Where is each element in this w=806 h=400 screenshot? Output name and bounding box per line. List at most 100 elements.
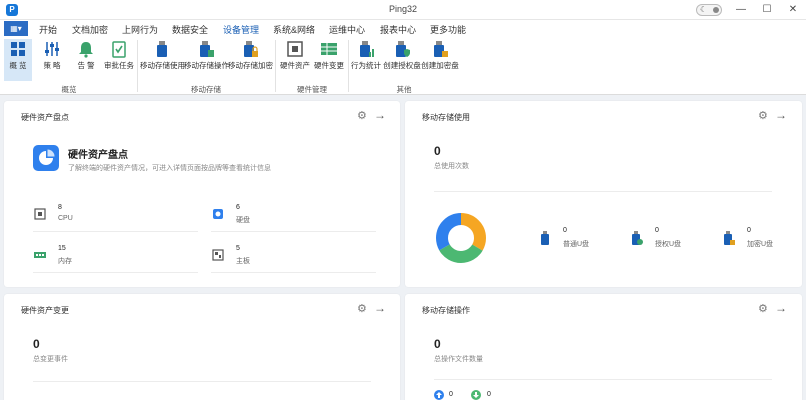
gear-icon[interactable]: ⚙ [758, 304, 768, 315]
bell-icon [79, 42, 93, 58]
home-menu-icon[interactable]: ▦▾ [4, 21, 28, 36]
tab-data-security[interactable]: 数据安全 [172, 23, 208, 36]
pie-chart-icon [33, 145, 59, 171]
ribbon-label: 创建加密盘 [421, 61, 459, 70]
cpu-label: CPU [58, 215, 73, 222]
close-button[interactable]: ✕ [780, 0, 806, 20]
ribbon-label: 硬件资产 [280, 61, 310, 70]
inventory-description: 了解终端的硬件资产情况，可进入详情页面按品牌等查看统计信息 [68, 165, 271, 172]
arrow-right-icon[interactable]: → [374, 109, 386, 121]
window-title: Ping32 [388, 4, 418, 14]
memory-label: 内存 [58, 258, 72, 265]
tab-doc-encryption[interactable]: 文档加密 [72, 23, 108, 36]
ribbon-usb-ops-button[interactable]: 移动存储操作 [184, 39, 229, 81]
moon-icon: ☾ [700, 5, 708, 14]
gear-icon[interactable]: ⚙ [758, 111, 768, 122]
disk-icon [213, 209, 223, 219]
divider [33, 381, 371, 382]
tab-web-behavior[interactable]: 上网行为 [122, 23, 158, 36]
encrypted-usb-count: 0 [747, 227, 751, 234]
theme-toggle[interactable]: ☾ [696, 4, 722, 16]
divider [211, 272, 376, 273]
usb-usage-donut-chart [436, 213, 486, 263]
overview-icon [11, 42, 25, 56]
ribbon-toolbar: 概 览 策 略 告 警 审批任务 移动存储使用 移动存储操作 移动存储加密 硬件… [0, 37, 806, 95]
usb-shield-icon [396, 41, 410, 57]
tab-system-network[interactable]: 系统&网络 [273, 23, 315, 36]
ribbon-separator [275, 40, 276, 92]
tab-start[interactable]: 开始 [39, 23, 57, 36]
arrow-right-icon[interactable]: → [374, 302, 386, 314]
tab-report-center[interactable]: 报表中心 [380, 23, 416, 36]
hw-change-total-label: 总变更事件 [33, 356, 68, 363]
ribbon-label: 行为统计 [351, 61, 381, 70]
arrow-right-icon[interactable]: → [775, 109, 787, 121]
usb-check-icon [632, 231, 643, 245]
ribbon-hw-change-button[interactable]: 硬件变更 [312, 39, 346, 81]
hw-change-total: 0 [33, 337, 40, 351]
ribbon-label: 策 略 [43, 61, 61, 70]
inventory-heading: 硬件资产盘点 [68, 150, 128, 161]
ribbon-group-label: 硬件管理 [297, 85, 327, 94]
ribbon-alert-button[interactable]: 告 警 [72, 39, 100, 81]
ribbon-create-authorized-disk-button[interactable]: 创建授权盘 [383, 39, 421, 81]
ribbon-label: 硬件变更 [314, 61, 344, 70]
usb-usage-card: 移动存储使用 ⚙ → 0 总使用次数 0 普通U盘 0 授权U盘 0 加密U盘 [405, 101, 802, 287]
disk-count: 6 [236, 204, 240, 211]
usb-lock-icon [244, 41, 258, 57]
cpu-icon [34, 208, 46, 220]
ribbon-label: 移动存储操作 [184, 61, 229, 70]
usb-key-icon [434, 41, 448, 57]
divider [33, 272, 198, 273]
download-arrow-icon [471, 390, 481, 400]
authorized-usb-count: 0 [655, 227, 659, 234]
gear-icon[interactable]: ⚙ [357, 111, 367, 122]
disk-label: 硬盘 [236, 217, 250, 224]
motherboard-icon [212, 249, 224, 261]
usb-usage-total: 0 [434, 144, 441, 158]
divider [434, 379, 772, 380]
memory-icon [34, 252, 46, 258]
ribbon-label: 创建授权盘 [383, 61, 421, 70]
menu-bar: ▦▾ 开始 文档加密 上网行为 数据安全 设备管理 系统&网络 运维中心 报表中… [0, 20, 806, 39]
usb-ops-card: 移动存储操作 ⚙ → 0 总操作文件数量 0 0 [405, 294, 802, 400]
gear-icon[interactable]: ⚙ [357, 304, 367, 315]
clipboard-check-icon [112, 41, 126, 58]
ribbon-group-label: 概览 [61, 85, 77, 94]
authorized-usb-label: 授权U盘 [655, 241, 682, 248]
tab-more-features[interactable]: 更多功能 [430, 23, 466, 36]
usb-icon [541, 231, 549, 245]
normal-usb-count: 0 [563, 227, 567, 234]
usb-usage-total-label: 总使用次数 [434, 163, 469, 170]
arrow-right-icon[interactable]: → [775, 302, 787, 314]
ribbon-usb-usage-button[interactable]: 移动存储使用 [140, 39, 185, 81]
ribbon-approval-button[interactable]: 审批任务 [103, 39, 135, 81]
upload-arrow-icon [434, 390, 444, 400]
minimize-button[interactable]: — [728, 0, 754, 20]
encrypted-usb-label: 加密U盘 [747, 241, 774, 248]
ribbon-policy-button[interactable]: 策 略 [38, 39, 66, 81]
card-title: 移动存储使用 [422, 113, 470, 122]
ribbon-usb-encrypt-button[interactable]: 移动存储加密 [228, 39, 273, 81]
table-icon [321, 43, 337, 55]
hw-change-card: 硬件资产变更 ⚙ → 0 总变更事件 [4, 294, 400, 400]
ribbon-label: 审批任务 [104, 61, 134, 70]
ribbon-create-encrypted-disk-button[interactable]: 创建加密盘 [421, 39, 459, 81]
usb-doc-icon [200, 41, 214, 57]
memory-count: 15 [58, 245, 66, 252]
ribbon-hw-assets-button[interactable]: 硬件资产 [278, 39, 312, 81]
ribbon-label: 告 警 [77, 61, 95, 70]
motherboard-label: 主板 [236, 258, 250, 265]
tab-ops-center[interactable]: 运维中心 [329, 23, 365, 36]
usb-lock-icon [724, 231, 735, 245]
card-title: 硬件资产变更 [21, 306, 69, 315]
ribbon-behavior-stats-button[interactable]: 行为统计 [350, 39, 382, 81]
ribbon-overview-button[interactable]: 概 览 [4, 39, 32, 81]
maximize-button[interactable]: ☐ [754, 0, 780, 20]
ribbon-group-label: 其他 [396, 85, 412, 94]
usb-chart-icon [360, 41, 374, 57]
motherboard-count: 5 [236, 245, 240, 252]
usb-ops-total-label: 总操作文件数量 [434, 356, 483, 363]
upload-count: 0 [449, 391, 453, 398]
download-count: 0 [487, 391, 491, 398]
